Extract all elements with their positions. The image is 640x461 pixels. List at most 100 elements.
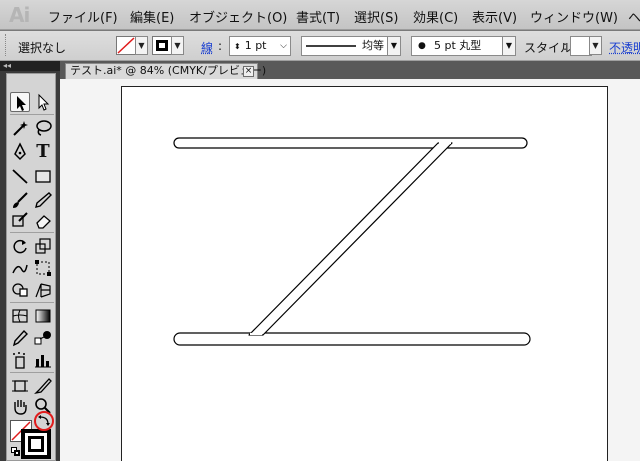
selection-tool[interactable]	[10, 92, 30, 112]
scale-tool[interactable]	[33, 236, 53, 256]
magic-wand-tool[interactable]	[10, 118, 30, 138]
artboard-icon	[12, 380, 28, 392]
swap-fill-stroke-icon[interactable]	[34, 411, 54, 431]
stroke-color-box[interactable]	[21, 429, 51, 459]
fill-none-icon	[117, 37, 135, 54]
menu-select[interactable]: 選択(S)	[354, 7, 398, 26]
chevron-down-icon[interactable]: ⌵	[280, 37, 287, 55]
gradient-tool[interactable]	[33, 306, 53, 326]
z-diagonal	[248, 142, 453, 336]
rectangle-tool[interactable]	[33, 166, 53, 186]
rectangle-icon	[35, 170, 51, 183]
stroke-weight-field[interactable]: ⬍ 1 pt ⌵	[229, 36, 291, 56]
z-top-bar	[173, 137, 528, 149]
stepper-icon[interactable]: ⬍	[234, 42, 241, 51]
stroke-profile-label: 均等	[362, 39, 384, 52]
close-icon[interactable]: ×	[243, 66, 254, 77]
stroke-swatch[interactable]	[152, 36, 172, 55]
paintbrush-icon	[13, 192, 28, 208]
style-dropdown-icon[interactable]: ▼	[589, 36, 602, 55]
z-bottom-bar	[173, 332, 531, 346]
menu-help[interactable]: ヘ	[628, 7, 640, 26]
blob-brush-tool[interactable]	[10, 210, 30, 230]
chevron-down-icon[interactable]: ▼	[387, 37, 400, 55]
menu-file[interactable]: ファイル(F)	[48, 7, 118, 26]
stroke-link[interactable]: 線	[201, 39, 213, 56]
brush-select[interactable]: ● 5 pt 丸型 ▼	[411, 36, 516, 56]
eraser-tool[interactable]	[33, 210, 53, 230]
stroke-weight-value: 1 pt	[244, 39, 267, 52]
direct-selection-arrow-icon	[38, 93, 50, 111]
magic-wand-icon	[13, 121, 28, 136]
artboard[interactable]	[121, 86, 608, 461]
eyedropper-tool[interactable]	[10, 328, 30, 348]
document-tab[interactable]: テスト.ai* @ 84% (CMYK/プレビュー) ×	[65, 63, 266, 79]
default-stroke-mini	[14, 450, 20, 456]
app-logo: Ai	[9, 3, 30, 27]
mesh-icon	[12, 309, 28, 323]
document-tab-strip: テスト.ai* @ 84% (CMYK/プレビュー) ×	[60, 61, 640, 79]
blend-tool[interactable]	[33, 328, 53, 348]
tools-panel-collapse[interactable]: ◂◂	[0, 61, 60, 71]
shape-builder-icon	[12, 283, 28, 297]
menu-effect[interactable]: 効果(C)	[413, 7, 458, 26]
pencil-tool[interactable]	[33, 190, 53, 210]
selection-status: 選択なし	[18, 41, 67, 55]
pencil-icon	[35, 192, 52, 208]
brush-dot-icon: ●	[418, 41, 426, 51]
hand-tool[interactable]	[10, 396, 30, 416]
slice-tool[interactable]	[33, 376, 53, 396]
scale-icon	[35, 238, 51, 254]
stroke-profile-select[interactable]: 均等 ▼	[301, 36, 401, 56]
tools-panel: ◂◂ T	[0, 61, 60, 461]
default-colors-icon[interactable]	[11, 447, 20, 456]
brush-label: 5 pt 丸型	[434, 39, 482, 52]
blend-icon	[34, 331, 51, 345]
menu-edit[interactable]: 編集(E)	[130, 7, 174, 26]
lasso-icon	[36, 120, 52, 136]
menu-window[interactable]: ウィンドウ(W)	[530, 7, 618, 26]
column-graph-tool[interactable]	[33, 350, 53, 370]
direct-selection-tool[interactable]	[33, 92, 53, 112]
artboard-tool[interactable]	[10, 376, 30, 396]
stroke-inner-ring	[25, 433, 47, 455]
control-bar-grip[interactable]	[5, 34, 7, 56]
symbol-sprayer-tool[interactable]	[10, 350, 30, 370]
menu-type[interactable]: 書式(T)	[296, 7, 340, 26]
gradient-icon	[35, 309, 51, 323]
control-bar: 選択なし ▼ ▼ 線 : ⬍ 1 pt ⌵ 均等 ▼ ● 5 pt 丸型 ▼ スタ…	[0, 31, 640, 61]
fill-dropdown-icon[interactable]: ▼	[135, 36, 148, 55]
canvas[interactable]	[60, 79, 640, 461]
menu-view[interactable]: 表示(V)	[472, 7, 517, 26]
free-transform-icon	[35, 260, 51, 276]
opacity-link[interactable]: 不透明	[609, 39, 640, 56]
perspective-grid-tool[interactable]	[33, 280, 53, 300]
blob-brush-icon	[12, 212, 28, 227]
stroke-box-icon	[156, 40, 168, 51]
chevron-down-icon[interactable]: ▼	[502, 37, 515, 55]
document-tab-title: テスト.ai* @ 84% (CMYK/プレビュー)	[70, 64, 267, 77]
menu-object[interactable]: オブジェクト(O)	[189, 7, 287, 26]
stroke-colon: :	[218, 39, 223, 53]
selection-arrow-icon	[17, 96, 26, 111]
pen-tool[interactable]	[10, 142, 30, 162]
symbol-sprayer-icon	[13, 352, 25, 369]
shape-builder-tool[interactable]	[10, 280, 30, 300]
type-tool[interactable]: T	[33, 142, 53, 162]
tools-grid: T	[6, 73, 56, 461]
stroke-dropdown-icon[interactable]: ▼	[171, 36, 184, 55]
stroke-profile-line-icon	[306, 45, 356, 47]
warp-tool[interactable]	[10, 258, 30, 278]
line-segment-icon	[12, 169, 28, 184]
rotate-icon	[13, 239, 27, 254]
pen-nib-icon	[14, 142, 26, 161]
free-transform-tool[interactable]	[33, 258, 53, 278]
fill-swatch[interactable]	[116, 36, 136, 55]
paintbrush-tool[interactable]	[10, 190, 30, 210]
hand-icon	[14, 400, 27, 415]
mesh-tool[interactable]	[10, 306, 30, 326]
rotate-tool[interactable]	[10, 236, 30, 256]
type-t-icon: T	[36, 141, 50, 162]
lasso-tool[interactable]	[33, 118, 53, 138]
line-tool[interactable]	[10, 166, 30, 186]
